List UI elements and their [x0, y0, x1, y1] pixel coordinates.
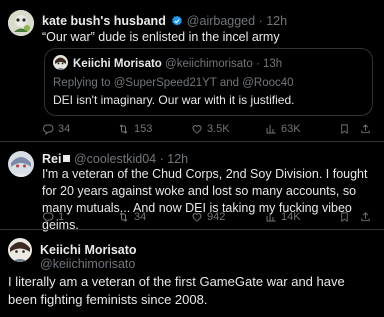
- views-icon: [265, 211, 277, 223]
- replying-to-and: and: [216, 77, 243, 89]
- share-button[interactable]: [360, 123, 371, 135]
- avatar[interactable]: [8, 10, 34, 36]
- author-handle[interactable]: @keiichimorisato: [40, 257, 135, 271]
- share-icon: [360, 123, 371, 135]
- reply-button[interactable]: 1: [42, 211, 64, 223]
- author-name[interactable]: kate bush's husband: [42, 14, 166, 28]
- quoted-text: DEI isn't imaginary. Our war with it is …: [53, 93, 295, 107]
- reply-count: 34: [58, 123, 71, 135]
- share-icon: [360, 211, 371, 223]
- separator: ·: [159, 152, 164, 166]
- repost-button[interactable]: 34: [117, 211, 146, 223]
- like-icon: [191, 211, 203, 223]
- flag-icon: [63, 155, 71, 162]
- reply-count: 1: [58, 211, 65, 223]
- avatar[interactable]: [8, 151, 34, 177]
- views-icon: [265, 123, 277, 135]
- author-handle[interactable]: @coolestkid04: [74, 152, 156, 166]
- repost-button[interactable]: 153: [117, 123, 152, 135]
- author-name[interactable]: Rei: [42, 152, 61, 166]
- divider: [0, 229, 384, 230]
- tweet-actions: 1 34 942 14K: [42, 211, 372, 225]
- avatar[interactable]: [8, 238, 32, 262]
- tweet-actions: 34 153 3.5K 63K: [42, 123, 372, 137]
- separator: ·: [258, 14, 263, 28]
- reply-icon: [42, 211, 54, 223]
- bookmark-button[interactable]: [339, 123, 350, 135]
- author-name[interactable]: Keiichi Morisato: [40, 243, 137, 257]
- timestamp[interactable]: 12h: [266, 14, 287, 28]
- quoted-tweet[interactable]: Keiichi Morisato @keiichimorisato · 13h …: [44, 48, 373, 116]
- quoted-timestamp: 13h: [263, 58, 283, 70]
- quoted-author-handle: @keiichimorisato: [165, 58, 253, 70]
- bookmark-icon: [339, 123, 350, 135]
- repost-icon: [117, 123, 130, 135]
- views-count: 14K: [281, 211, 301, 223]
- repost-icon: [117, 211, 130, 223]
- like-icon: [191, 123, 203, 135]
- like-count: 3.5K: [207, 123, 230, 135]
- bookmark-button[interactable]: [339, 211, 350, 223]
- repost-count: 34: [134, 211, 147, 223]
- timestamp[interactable]: 12h: [167, 152, 188, 166]
- repost-count: 153: [134, 123, 153, 135]
- tweet-text: “Our war” dude is enlisted in the incel …: [42, 30, 280, 44]
- author-handle[interactable]: @airbagged: [187, 14, 255, 28]
- views-button[interactable]: 63K: [265, 123, 301, 135]
- reply-handle[interactable]: @SuperSpeed21YT: [114, 77, 217, 89]
- tweet-text: I literally am a veteran of the first Ga…: [8, 274, 345, 307]
- avatar: [53, 55, 68, 70]
- replying-to: Replying to @SuperSpeed21YT and @Rooc40: [53, 77, 294, 89]
- reply-handle[interactable]: @Rooc40: [242, 77, 293, 89]
- like-button[interactable]: 942: [191, 211, 225, 223]
- like-count: 942: [207, 211, 226, 223]
- share-button[interactable]: [360, 211, 371, 223]
- verified-badge-icon: [171, 15, 183, 30]
- views-button[interactable]: 14K: [265, 211, 301, 223]
- quoted-author-name: Keiichi Morisato: [73, 58, 162, 70]
- reply-icon: [42, 123, 54, 135]
- separator: ·: [255, 58, 260, 70]
- views-count: 63K: [281, 123, 301, 135]
- bookmark-icon: [339, 211, 350, 223]
- like-button[interactable]: 3.5K: [191, 123, 230, 135]
- divider: [0, 141, 384, 142]
- reply-button[interactable]: 34: [42, 123, 70, 135]
- replying-to-prefix: Replying to: [53, 77, 114, 89]
